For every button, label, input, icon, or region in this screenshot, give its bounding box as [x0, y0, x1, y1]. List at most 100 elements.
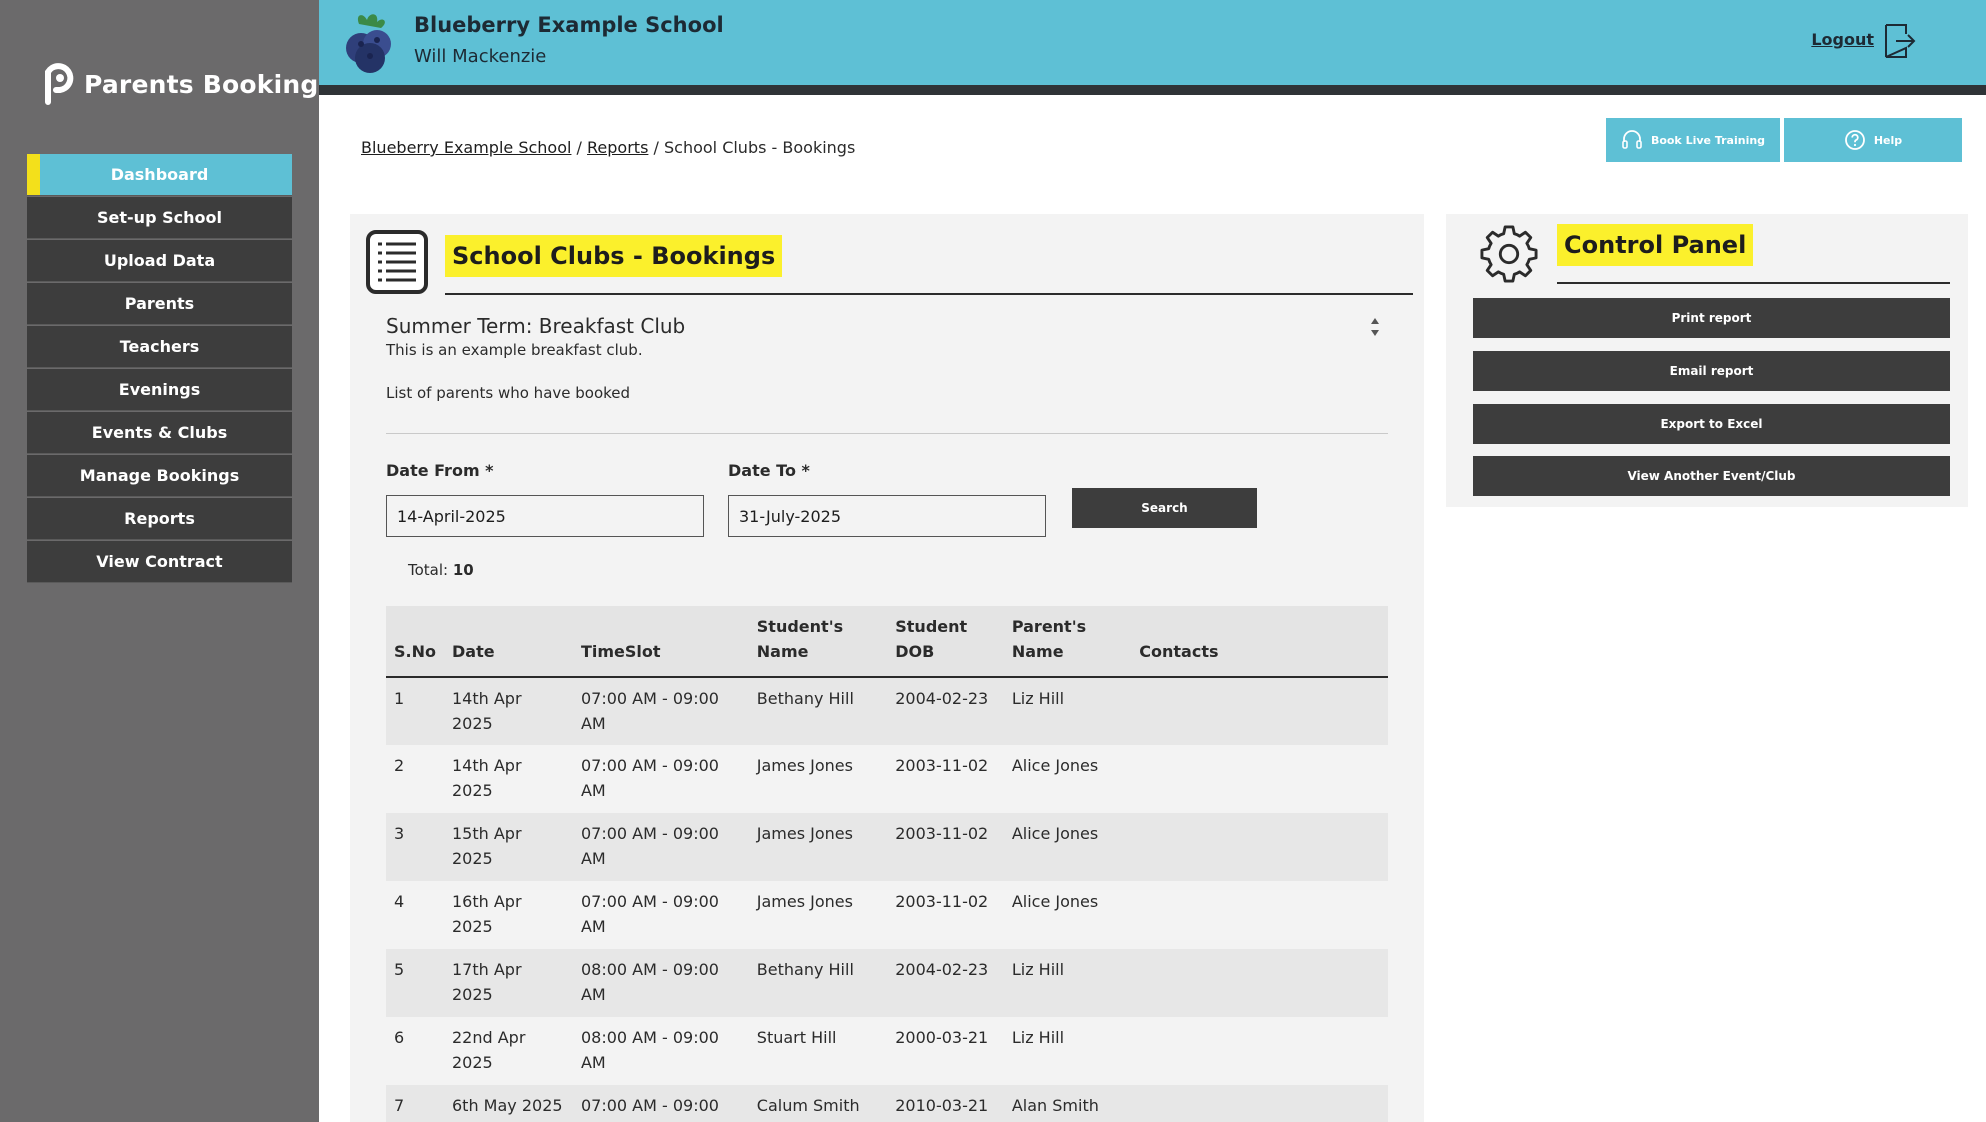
sidebar-item-label: Set-up School — [97, 208, 222, 227]
table-cell: 7 — [394, 1096, 405, 1115]
total-count: Total: 10 — [408, 561, 474, 579]
table-cell: Bethany Hill — [756, 689, 854, 708]
table-cell: 07:00 AM - 09:00 — [580, 1096, 719, 1115]
table-cell: 07:00 AM - 09:00 AM — [580, 756, 719, 800]
gear-icon — [1480, 225, 1538, 283]
control-panel-title: Control Panel — [1557, 224, 1754, 266]
breadcrumb-school-link[interactable]: Blueberry Example School — [361, 138, 571, 157]
title-divider — [445, 293, 1413, 295]
help-button[interactable]: Help — [1784, 118, 1962, 162]
table-cell: 14th Apr 2025 — [451, 689, 522, 733]
table-cell — [1131, 745, 1388, 813]
sidebar-item-parents[interactable]: Parents — [27, 283, 292, 325]
help-icon — [1844, 130, 1865, 150]
bookings-panel: School Clubs - Bookings Summer Term: Bre… — [350, 214, 1424, 1122]
table-cell — [1131, 813, 1388, 881]
table-header-row: S.No Date TimeSlot Student's Name Student DO… — [386, 606, 1388, 677]
sidebar-item-label: Manage Bookings — [79, 466, 240, 485]
sidebar-item-label: Upload Data — [103, 251, 216, 270]
email-report-button[interactable]: Email report — [1473, 351, 1950, 391]
breadcrumb-separator: / — [576, 138, 582, 157]
breadcrumb-separator: / — [653, 138, 659, 157]
table-cell: 2004-02-23 — [895, 689, 989, 708]
breadcrumb-reports-link[interactable]: Reports — [587, 138, 648, 157]
brand-name: Parents Booking — [84, 69, 319, 99]
select-arrows-icon[interactable] — [1368, 314, 1382, 340]
table-cell: 4 — [394, 892, 405, 911]
table-cell: 3 — [394, 824, 405, 843]
sidebar-item-teachers[interactable]: Teachers — [27, 326, 292, 368]
blueberry-logo-icon — [346, 14, 391, 73]
table-row: 3 15th Apr 2025 07:00 AM - 09:00 AM James J… — [386, 813, 1388, 881]
user-name: Will Mackenzie — [414, 46, 547, 67]
list-caption: List of parents who have booked — [386, 384, 631, 402]
breadcrumb: Blueberry Example School / Reports / Sch… — [361, 138, 855, 157]
page-title: School Clubs - Bookings — [445, 235, 783, 277]
table-cell: James Jones — [756, 824, 853, 843]
sidebar-item-set-up-school[interactable]: Set-up School — [27, 197, 292, 239]
table-cell: 2 — [394, 756, 405, 775]
sidebar-item-evenings[interactable]: Evenings — [27, 369, 292, 411]
table-cell: 16th Apr 2025 — [451, 892, 522, 936]
table-cell: 15th Apr 2025 — [451, 824, 522, 868]
sidebar-item-view-contract[interactable]: View Contract — [27, 541, 292, 583]
header-contacts: Contacts — [1139, 642, 1219, 661]
print-report-button[interactable]: Print report — [1473, 298, 1950, 338]
sidebar-item-events-clubs[interactable]: Events & Clubs — [27, 412, 292, 454]
table-cell: 2003-11-02 — [895, 892, 989, 911]
sidebar-item-label: Dashboard — [110, 165, 209, 184]
table-cell: Calum Smith — [756, 1096, 860, 1115]
sidebar-item-label: Parents — [124, 294, 195, 313]
table-cell: Bethany Hill — [756, 960, 854, 979]
sidebar-item-label: View Contract — [96, 552, 223, 571]
header-divider — [319, 85, 1986, 95]
school-name: Blueberry Example School — [414, 13, 724, 37]
parents-booking-logo-icon — [45, 63, 74, 105]
view-another-event-button[interactable]: View Another Event/Club — [1473, 456, 1950, 496]
table-cell — [1131, 677, 1388, 745]
table-cell: 2004-02-23 — [895, 960, 989, 979]
table-cell: 2003-11-02 — [895, 824, 989, 843]
search-button[interactable]: Search — [1072, 488, 1257, 528]
date-from-label: Date From * — [386, 461, 494, 480]
table-row: 1 14th Apr 2025 07:00 AM - 09:00 AM Bethany… — [386, 677, 1388, 745]
control-panel-divider — [1557, 282, 1950, 284]
sidebar-item-dashboard[interactable]: Dashboard — [27, 154, 292, 196]
logout-link[interactable]: Logout — [1811, 30, 1874, 49]
date-from-input[interactable] — [386, 495, 704, 537]
table-cell: 1 — [394, 689, 405, 708]
book-live-training-label: Book Live Training — [1650, 133, 1766, 147]
table-cell — [1131, 881, 1388, 949]
section-divider — [386, 433, 1388, 434]
table-cell: Liz Hill — [1011, 1028, 1065, 1047]
header-student-name: Student's Name — [756, 617, 844, 661]
table-cell: 07:00 AM - 09:00 AM — [580, 824, 719, 868]
book-live-training-button[interactable]: Book Live Training — [1606, 118, 1780, 162]
club-description: This is an example breakfast club. — [386, 341, 643, 359]
club-select-value[interactable]: Summer Term: Breakfast Club — [386, 314, 685, 338]
help-label: Help — [1873, 133, 1903, 147]
total-value: 10 — [452, 561, 474, 579]
header-date: Date — [451, 642, 495, 661]
total-label: Total: — [408, 561, 449, 579]
date-to-input[interactable] — [728, 495, 1046, 537]
sidebar-item-label: Teachers — [119, 337, 200, 356]
table-cell: Alice Jones — [1011, 824, 1099, 843]
table-cell: 2003-11-02 — [895, 756, 989, 775]
table-cell: 6 — [394, 1028, 405, 1047]
brand-logo[interactable]: Parents Booking — [42, 62, 318, 106]
sidebar-item-upload-data[interactable]: Upload Data — [27, 240, 292, 282]
logout-icon[interactable] — [1882, 22, 1916, 60]
export-to-excel-button[interactable]: Export to Excel — [1473, 404, 1950, 444]
table-cell: James Jones — [756, 756, 853, 775]
header-timeslot: TimeSlot — [580, 642, 661, 661]
document-list-icon — [366, 230, 428, 294]
sidebar-nav: Dashboard Set-up School Upload Data Parents… — [27, 154, 292, 584]
sidebar-item-reports[interactable]: Reports — [27, 498, 292, 540]
table-row: 5 17th Apr 2025 08:00 AM - 09:00 AM Bethany… — [386, 949, 1388, 1017]
table-cell: 08:00 AM - 09:00 AM — [580, 960, 719, 1004]
table-cell: Stuart Hill — [756, 1028, 837, 1047]
sidebar-item-manage-bookings[interactable]: Manage Bookings — [27, 455, 292, 497]
table-cell: 17th Apr 2025 — [451, 960, 522, 1004]
table-cell: James Jones — [756, 892, 853, 911]
